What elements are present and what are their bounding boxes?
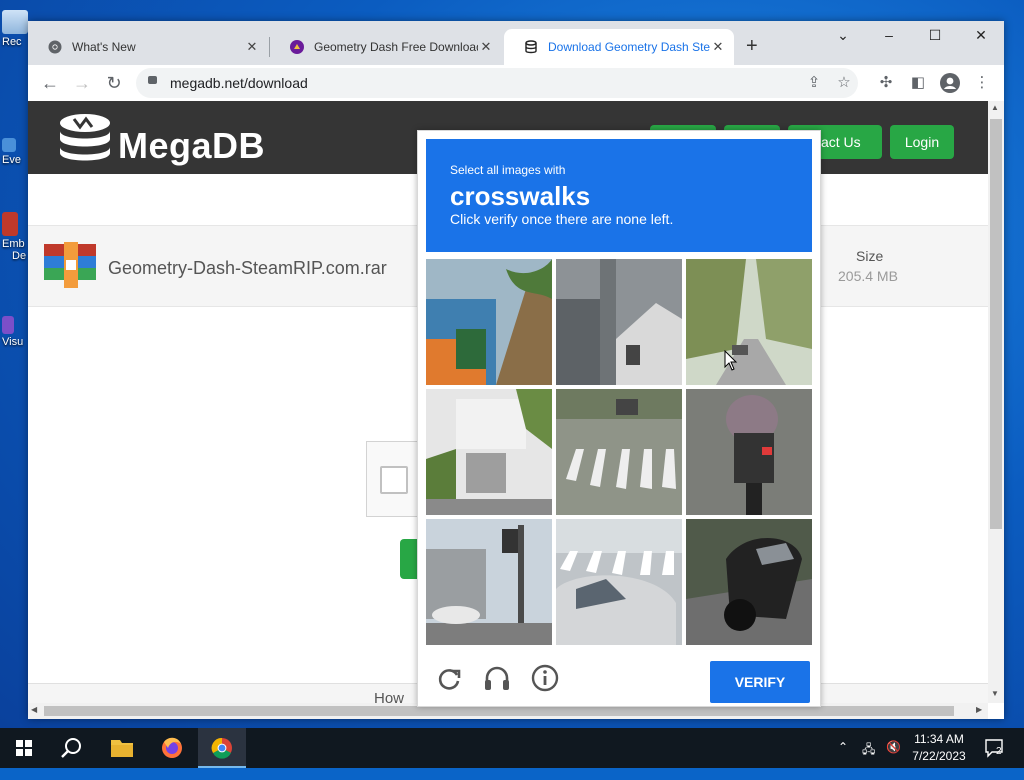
captcha-tile[interactable] — [556, 519, 682, 645]
clock-time: 11:34 AM — [914, 732, 964, 746]
tab-whats-new[interactable]: What's New ✕ — [28, 29, 268, 65]
megadb-icon — [525, 40, 537, 54]
new-tab-button[interactable]: + — [746, 35, 758, 58]
desktop-icon-label: Emb — [2, 238, 25, 250]
start-button[interactable] — [0, 728, 48, 768]
scroll-left-icon[interactable]: ◀ — [31, 705, 37, 714]
captcha-tile[interactable] — [426, 259, 552, 385]
side-panel-icon[interactable]: ◧ — [906, 71, 930, 95]
show-hidden-icons[interactable]: ⌃ — [838, 740, 848, 780]
chrome-icon — [211, 737, 232, 759]
notification-center-icon[interactable]: 2 — [984, 738, 1006, 778]
extensions-puzzle-icon[interactable]: ✣ — [874, 71, 898, 95]
search-button[interactable] — [48, 728, 96, 768]
address-bar[interactable]: megadb.net/download ⇪ ☆ — [136, 68, 858, 98]
tab-title: Download Geometry Dash Stea — [548, 40, 710, 54]
tab-search-button[interactable]: ⌄ — [820, 27, 866, 44]
size-value: 205.4 MB — [838, 268, 898, 284]
close-window-button[interactable]: ✕ — [958, 27, 1004, 44]
tab-download-geometry-dash[interactable]: Download Geometry Dash Stea ✕ — [504, 29, 734, 65]
volume-muted-icon[interactable]: 🔇 — [886, 740, 901, 780]
prompt-instruction: Select all images with — [450, 163, 566, 177]
file-explorer-button[interactable] — [98, 728, 146, 768]
scroll-down-icon[interactable]: ▼ — [991, 689, 999, 698]
tab-strip: What's New ✕ Geometry Dash Free Download… — [28, 21, 1004, 65]
desktop-icon-label: Rec — [2, 36, 22, 48]
close-tab-icon[interactable]: ✕ — [244, 39, 260, 55]
scrollbar-thumb[interactable] — [990, 119, 1002, 529]
app-icon — [2, 212, 18, 236]
captcha-tile[interactable] — [426, 519, 552, 645]
captcha-tile[interactable] — [556, 389, 682, 515]
share-icon[interactable]: ⇪ — [802, 71, 826, 95]
captcha-tile[interactable] — [686, 519, 812, 645]
network-icon[interactable]: 🖧 — [862, 740, 875, 780]
desktop-icon-label: De — [12, 250, 27, 262]
chrome-icon — [48, 40, 62, 54]
desktop-icon-label: Visu — [2, 336, 24, 348]
logo-text[interactable]: MegaDB — [118, 125, 265, 167]
visual-studio-icon — [2, 316, 14, 334]
captcha-tile[interactable] — [426, 389, 552, 515]
browser-toolbar: ← → ↻ megadb.net/download ⇪ ☆ ✣ ◧ ⋮ — [28, 65, 1004, 102]
bookmark-star-icon[interactable]: ☆ — [832, 71, 856, 95]
shortcut-icon — [2, 138, 16, 152]
verify-button[interactable]: VERIFY — [710, 661, 810, 703]
minimize-button[interactable]: – — [866, 27, 912, 43]
geometry-dash-icon — [290, 40, 304, 54]
nav-login[interactable]: Login — [890, 125, 954, 159]
windows-logo-icon — [16, 740, 32, 756]
info-icon[interactable] — [530, 663, 560, 693]
captcha-checkbox[interactable] — [380, 466, 408, 494]
reload-icon[interactable]: ↻ — [102, 71, 126, 95]
scroll-right-icon[interactable]: ▶ — [976, 705, 982, 714]
file-name: Geometry-Dash-SteamRIP.com.rar — [108, 258, 387, 278]
search-icon — [61, 738, 81, 758]
desktop-icon-label: Eve — [2, 154, 21, 166]
back-arrow-icon[interactable]: ← — [38, 71, 62, 95]
chrome-taskbar-button[interactable] — [198, 728, 246, 768]
profile-avatar-icon[interactable] — [938, 71, 962, 95]
scrollbar-thumb[interactable] — [44, 706, 954, 716]
prompt-keyword: crosswalks — [450, 181, 591, 211]
menu-kebab-icon[interactable]: ⋮ — [970, 71, 994, 95]
tab-geometry-dash-free[interactable]: Geometry Dash Free Download ✕ — [270, 29, 502, 65]
forward-arrow-icon[interactable]: → — [70, 71, 94, 95]
close-tab-icon[interactable]: ✕ — [478, 39, 494, 55]
winrar-archive-icon — [44, 242, 96, 288]
system-clock[interactable]: 11:34 AM 7/22/2023 — [908, 731, 970, 765]
firefox-icon — [162, 737, 182, 758]
megadb-logo-icon[interactable] — [56, 113, 114, 165]
prompt-subtext: Click verify once there are none left. — [450, 211, 674, 227]
tab-title: What's New — [72, 40, 136, 54]
folder-icon — [111, 740, 133, 757]
headphones-audio-icon[interactable] — [482, 663, 512, 693]
lock-icon — [148, 76, 157, 84]
notification-count: 2 — [996, 746, 1002, 757]
scroll-up-icon[interactable]: ▲ — [991, 103, 999, 112]
clock-date: 7/22/2023 — [912, 749, 966, 763]
vertical-scrollbar[interactable]: ▲ ▼ — [988, 101, 1004, 703]
maximize-button[interactable]: ☐ — [912, 27, 958, 44]
recycle-bin-icon — [2, 10, 28, 34]
captcha-prompt: Select all images with crosswalks Click … — [426, 139, 812, 252]
captcha-tile[interactable] — [686, 389, 812, 515]
captcha-image-grid — [426, 259, 812, 645]
tab-title: Geometry Dash Free Download — [314, 40, 478, 54]
taskbar: ⌃ 🖧 🔇 11:34 AM 7/22/2023 2 — [0, 728, 1024, 768]
firefox-button[interactable] — [148, 728, 196, 768]
captcha-tile[interactable] — [556, 259, 682, 385]
close-tab-icon[interactable]: ✕ — [710, 39, 726, 55]
how-heading: How — [374, 690, 405, 703]
url-text: megadb.net/download — [170, 75, 308, 91]
captcha-challenge-dialog: Select all images with crosswalks Click … — [417, 130, 821, 707]
mouse-cursor-icon — [724, 350, 738, 371]
refresh-icon[interactable] — [434, 663, 464, 693]
size-label: Size — [856, 248, 884, 264]
captcha-tile[interactable] — [686, 259, 812, 385]
